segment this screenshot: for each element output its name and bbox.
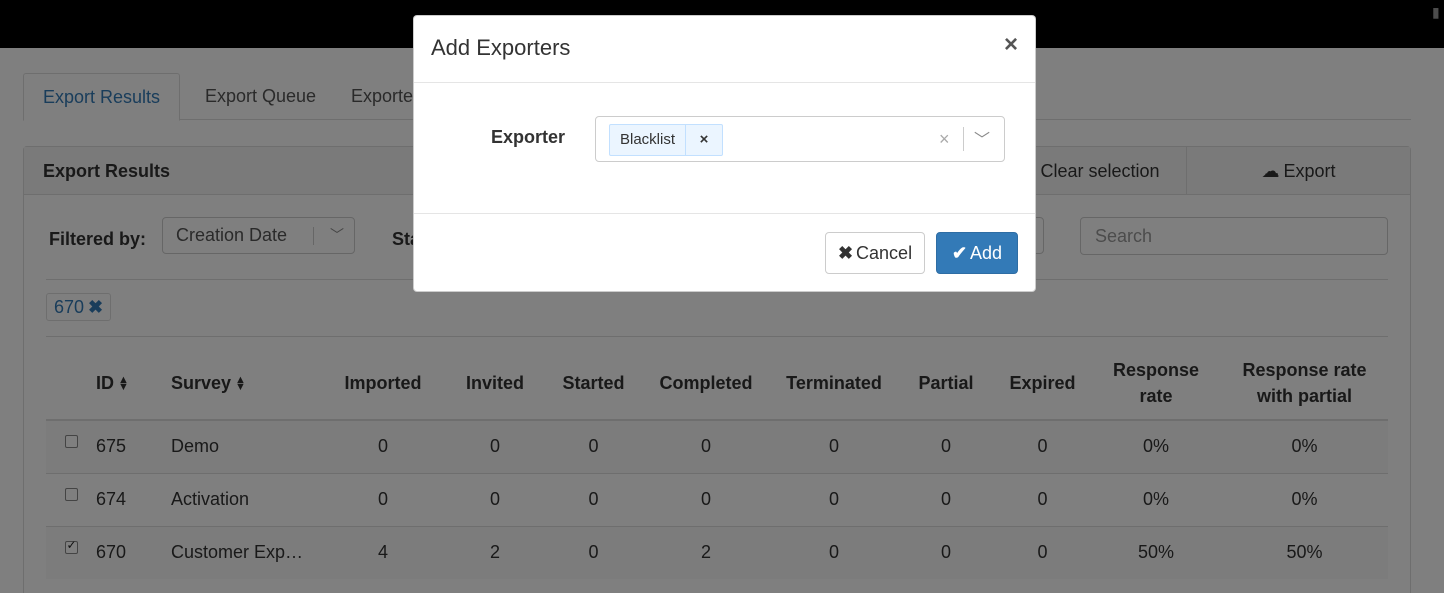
modal-body: Exporter Blacklist × × ﹀ (414, 83, 1035, 213)
tag-remove-icon[interactable]: × (685, 125, 722, 155)
exporter-multiselect[interactable]: Blacklist × × ﹀ (595, 116, 1005, 162)
selected-tag: Blacklist × (609, 124, 724, 156)
modal-close-button[interactable]: × (1004, 32, 1018, 58)
modal-title: Add Exporters (431, 35, 571, 60)
tag-label: Blacklist (620, 131, 676, 148)
add-button[interactable]: ✔ Add (936, 232, 1018, 274)
chevron-down-icon[interactable]: ﹀ (974, 126, 990, 150)
clear-all-icon[interactable]: × (939, 129, 950, 150)
modal-header: Add Exporters × (414, 16, 1035, 83)
select-divider (963, 127, 964, 151)
check-icon: ✔ (951, 243, 968, 263)
add-exporters-modal: Add Exporters × Exporter Blacklist × × ﹀ … (413, 15, 1036, 292)
exporter-label: Exporter (491, 127, 566, 147)
close-icon: ✖ (837, 243, 854, 263)
add-label: Add (970, 243, 1003, 263)
cancel-label: Cancel (856, 243, 913, 263)
cancel-button[interactable]: ✖ Cancel (825, 232, 925, 274)
modal-footer: ✖ Cancel ✔ Add (414, 213, 1035, 292)
